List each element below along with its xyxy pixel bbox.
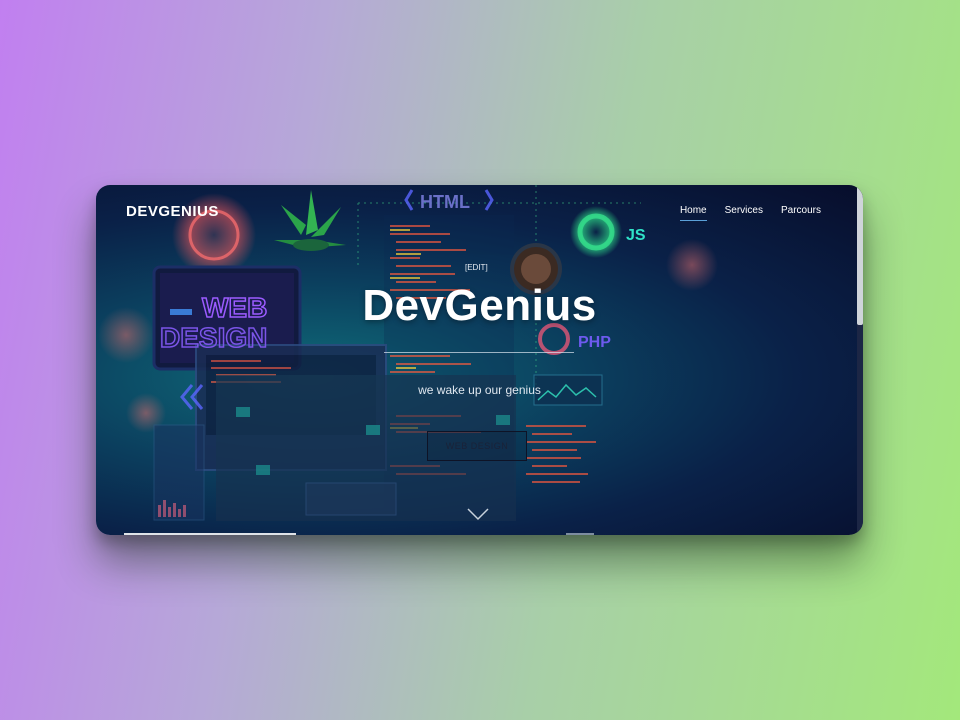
web-design-button[interactable]: WEB DESIGN — [427, 431, 527, 461]
svg-text:HTML: HTML — [420, 192, 470, 212]
main-nav: Home Services Parcours — [679, 205, 821, 221]
hero-tagline: we wake up our genius — [418, 383, 541, 397]
plant-illustration — [274, 190, 346, 251]
nav-item-services[interactable]: Services — [725, 205, 763, 221]
svg-text:PHP: PHP — [578, 334, 611, 351]
hero-background-illustration: WEB DESIGN HTML JS PHP — [98, 185, 718, 521]
progress-indicator-segment — [566, 533, 594, 535]
page-scrollbar[interactable] — [857, 185, 863, 535]
progress-indicator — [124, 533, 296, 535]
brand-logo[interactable]: DEVGENIUS — [126, 203, 219, 220]
hero-title: DevGenius — [362, 281, 597, 330]
svg-text:JS: JS — [626, 227, 646, 244]
code-panel-right — [526, 425, 596, 483]
hero-divider — [384, 352, 574, 353]
edit-link[interactable]: [EDIT] — [465, 263, 488, 272]
browser-viewport: WEB DESIGN HTML JS PHP DEVGENIUS Home Se… — [96, 185, 863, 535]
nav-item-parcours[interactable]: Parcours — [781, 205, 821, 221]
chevron-down-icon[interactable] — [466, 507, 490, 521]
nav-item-home[interactable]: Home — [679, 205, 707, 221]
side-panel-left — [153, 424, 205, 521]
